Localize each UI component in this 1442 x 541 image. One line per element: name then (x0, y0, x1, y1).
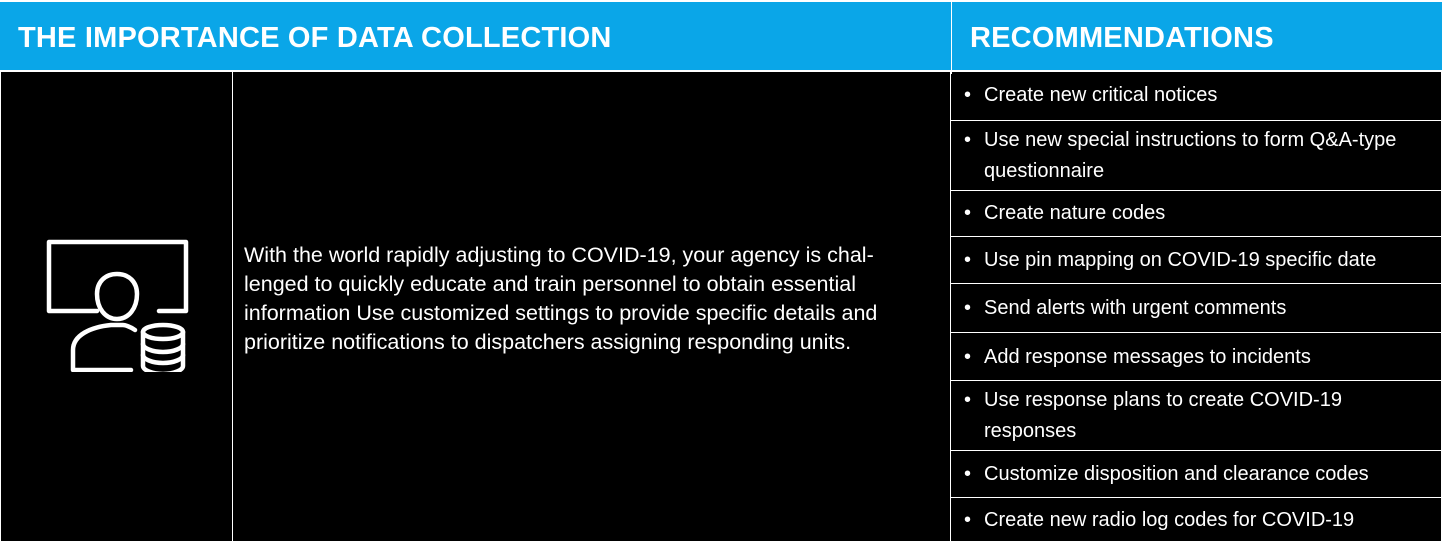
bullet: • (964, 202, 972, 224)
description-line: prioritize notifications to dispatchers … (244, 330, 852, 354)
table-header: THE IMPORTANCE OF DATA COLLECTION RECOMM… (0, 0, 1442, 74)
list-item-text: Create nature codes (984, 202, 1166, 224)
list-item: • Send alerts with urgent comments (951, 284, 1442, 333)
list-item-text: Create new critical notices (984, 84, 1218, 106)
list-item: • Use new special instructions to form Q… (951, 121, 1442, 191)
list-item: • Customize disposition and clearance co… (951, 451, 1442, 498)
list-item: • Create new critical notices (951, 72, 1442, 121)
bullet: • (964, 297, 972, 319)
section-title: THE IMPORTANCE OF DATA COLLECTION (18, 22, 612, 54)
bullet: • (964, 346, 972, 368)
header-divider (951, 2, 952, 74)
list-item-text: Use pin mapping on COVID-19 specific dat… (984, 249, 1377, 271)
icon-cell (1, 72, 233, 541)
list-item-text: Add response messages to incidents (984, 346, 1311, 368)
list-item-text: Create new radio log codes for COVID-19 (984, 509, 1355, 531)
user-monitor-database-icon (46, 239, 189, 372)
list-item: • Create new radio log codes for COVID-1… (951, 498, 1442, 541)
list-item-text: Customize disposition and clearance code… (984, 463, 1369, 485)
list-item: • Use pin mapping on COVID-19 specific d… (951, 237, 1442, 284)
list-item-text: Use response plans to create COVID-19 (984, 389, 1342, 411)
list-item-text: Use new special instructions to form Q&A… (984, 129, 1397, 151)
page: THE IMPORTANCE OF DATA COLLECTION RECOMM… (0, 0, 1442, 541)
bullet: • (964, 84, 972, 106)
list-item: • Add response messages to incidents (951, 333, 1442, 381)
list-item-text: responses (984, 420, 1077, 442)
recommendations-list: • Create new critical notices • Use new … (951, 72, 1442, 541)
list-item-text: Send alerts with urgent comments (984, 297, 1287, 319)
list-item-text: questionnaire (984, 160, 1105, 182)
description-line: lenged to quickly educate and train pers… (244, 272, 856, 296)
bullet: • (964, 463, 972, 485)
data-collection-panel: With the world rapidly adjusting to COVI… (0, 72, 951, 541)
list-item: • Use response plans to create COVID-19 … (951, 381, 1442, 451)
list-item: • Create nature codes (951, 191, 1442, 237)
bullet: • (964, 249, 972, 271)
bullet: • (964, 129, 972, 151)
recommendations-title: RECOMMENDATIONS (970, 22, 1274, 54)
description-text: With the world rapidly adjusting to COVI… (244, 241, 934, 357)
bullet: • (964, 389, 972, 411)
bullet: • (964, 509, 972, 531)
description-line: information Use customized settings to p… (244, 301, 878, 325)
description-line: With the world rapidly adjusting to COVI… (244, 243, 874, 267)
